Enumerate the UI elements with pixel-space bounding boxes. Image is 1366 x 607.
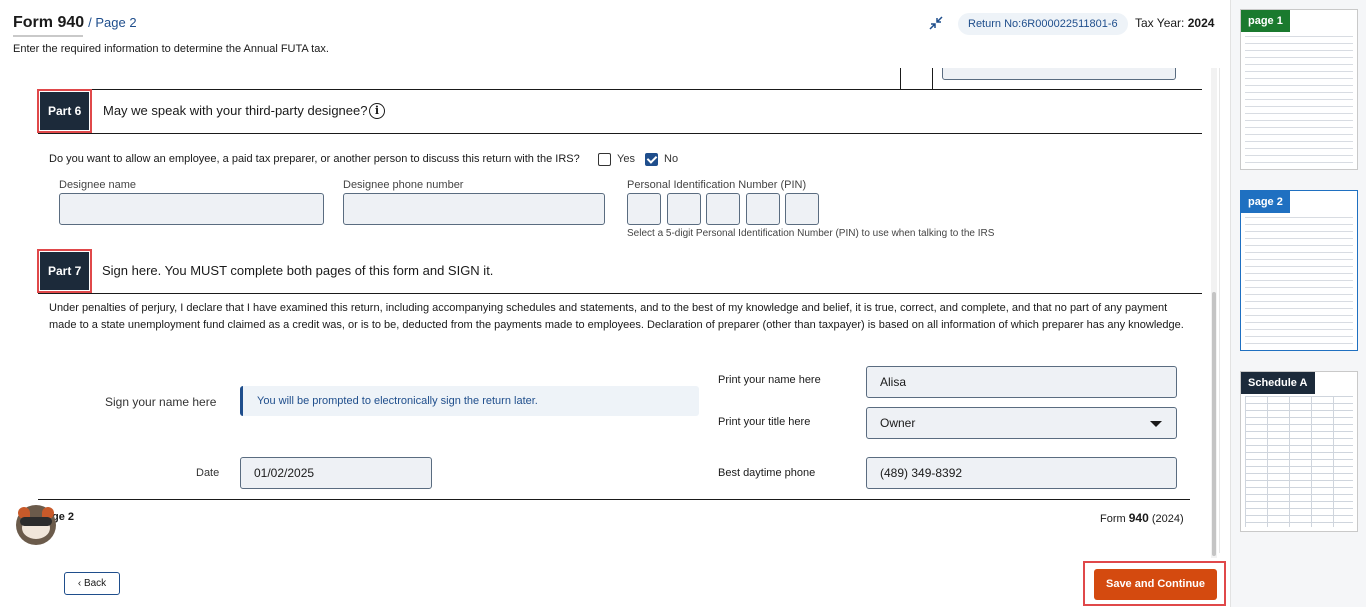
yes-label: Yes [617,153,635,165]
form-title: Form 940 [13,14,85,31]
no-checkbox[interactable] [645,153,658,166]
designee-question: Do you want to allow an employee, a paid… [49,153,580,165]
thumbnail-schedule-a[interactable]: Schedule A [1240,371,1358,532]
previous-section-strip [38,68,1202,90]
designee-phone-label: Designee phone number [343,179,464,191]
page-subtitle: / Page 2 [88,15,137,30]
part6-header: Part 6 May we speak with your third-part… [36,89,1202,134]
divider [900,68,901,90]
scrollbar-thumb[interactable] [1212,292,1216,556]
pin-digit-3[interactable] [706,193,740,225]
return-number-badge: Return No:6R000022511801-6 [958,13,1128,35]
phone-input[interactable]: (489) 349-8392 [866,457,1177,489]
designee-name-label: Designee name [59,179,137,191]
sign-notice: You will be prompted to electronically s… [240,386,699,416]
back-label: Back [83,578,107,589]
chevron-down-icon [1150,421,1162,427]
designee-name-input[interactable] [59,193,324,225]
page-description: Enter the required information to determ… [13,43,329,55]
tax-year-value: 2024 [1187,16,1215,30]
thumbnail-preview [1245,217,1353,346]
title-row: Form 940 / Page 2 [13,14,137,32]
thumbnail-preview [1245,396,1353,527]
phone-label: Best daytime phone [718,467,816,479]
thumbnail-page-2[interactable]: page 2 [1240,190,1358,351]
mascot-mask [20,517,52,526]
thumbnail-preview [1245,36,1353,165]
pin-help-text: Select a 5-digit Personal Identification… [627,228,995,239]
print-title-label: Print your title here [718,416,811,428]
tax-year-label: Tax Year: [1135,16,1185,30]
date-label: Date [196,467,220,479]
previous-input-field[interactable] [942,68,1176,80]
print-title-value: Owner [880,416,916,430]
page-thumbnail-rail: page 1 page 2 Schedule A [1230,0,1366,607]
assistant-mascot-avatar[interactable] [16,505,56,545]
print-name-label: Print your name here [718,374,821,386]
pin-digit-1[interactable] [627,193,661,225]
pin-label: Personal Identification Number (PIN) [627,179,807,191]
divider [932,68,933,90]
info-icon[interactable]: i [369,103,385,119]
thumbnail-page-1[interactable]: page 1 [1240,9,1358,170]
yes-checkbox[interactable] [598,153,611,166]
no-label: No [664,153,679,165]
form-bottom-divider [38,499,1190,500]
back-button[interactable]: ‹ Back [64,572,120,595]
part7-badge: Part 7 [36,249,93,293]
title-underline [13,35,83,37]
save-and-continue-button[interactable]: Save and Continue [1094,569,1217,600]
part6-badge: Part 6 [36,89,93,133]
pin-digit-4[interactable] [746,193,780,225]
page-header: Form 940 / Page 2 Enter the required inf… [0,0,1230,68]
perjury-declaration: Under penalties of perjury, I declare th… [49,302,1184,331]
collapse-icon[interactable] [928,15,944,31]
designee-phone-input[interactable] [343,193,605,225]
part7-title: Sign here. You MUST complete both pages … [102,263,494,278]
thumbnail-label: page 2 [1241,191,1290,213]
thumbnail-label: Schedule A [1241,372,1315,394]
part7-header: Part 7 Sign here. You MUST complete both… [36,249,1202,294]
form-area: Part 6 May we speak with your third-part… [14,68,1220,553]
print-name-input[interactable]: Alisa [866,366,1177,398]
print-title-select[interactable]: Owner [866,407,1177,439]
date-input[interactable]: 01/02/2025 [240,457,432,489]
pin-digit-5[interactable] [785,193,819,225]
save-button-highlight: Save and Continue [1083,561,1226,606]
tax-year: Tax Year: 2024 [1135,16,1214,30]
part6-title: May we speak with your third-party desig… [103,103,368,118]
form-footer-id: Form 940 (2024) [1100,511,1184,525]
thumbnail-label: page 1 [1241,10,1290,32]
pin-digit-2[interactable] [667,193,701,225]
sign-label: Sign your name here [105,395,217,409]
